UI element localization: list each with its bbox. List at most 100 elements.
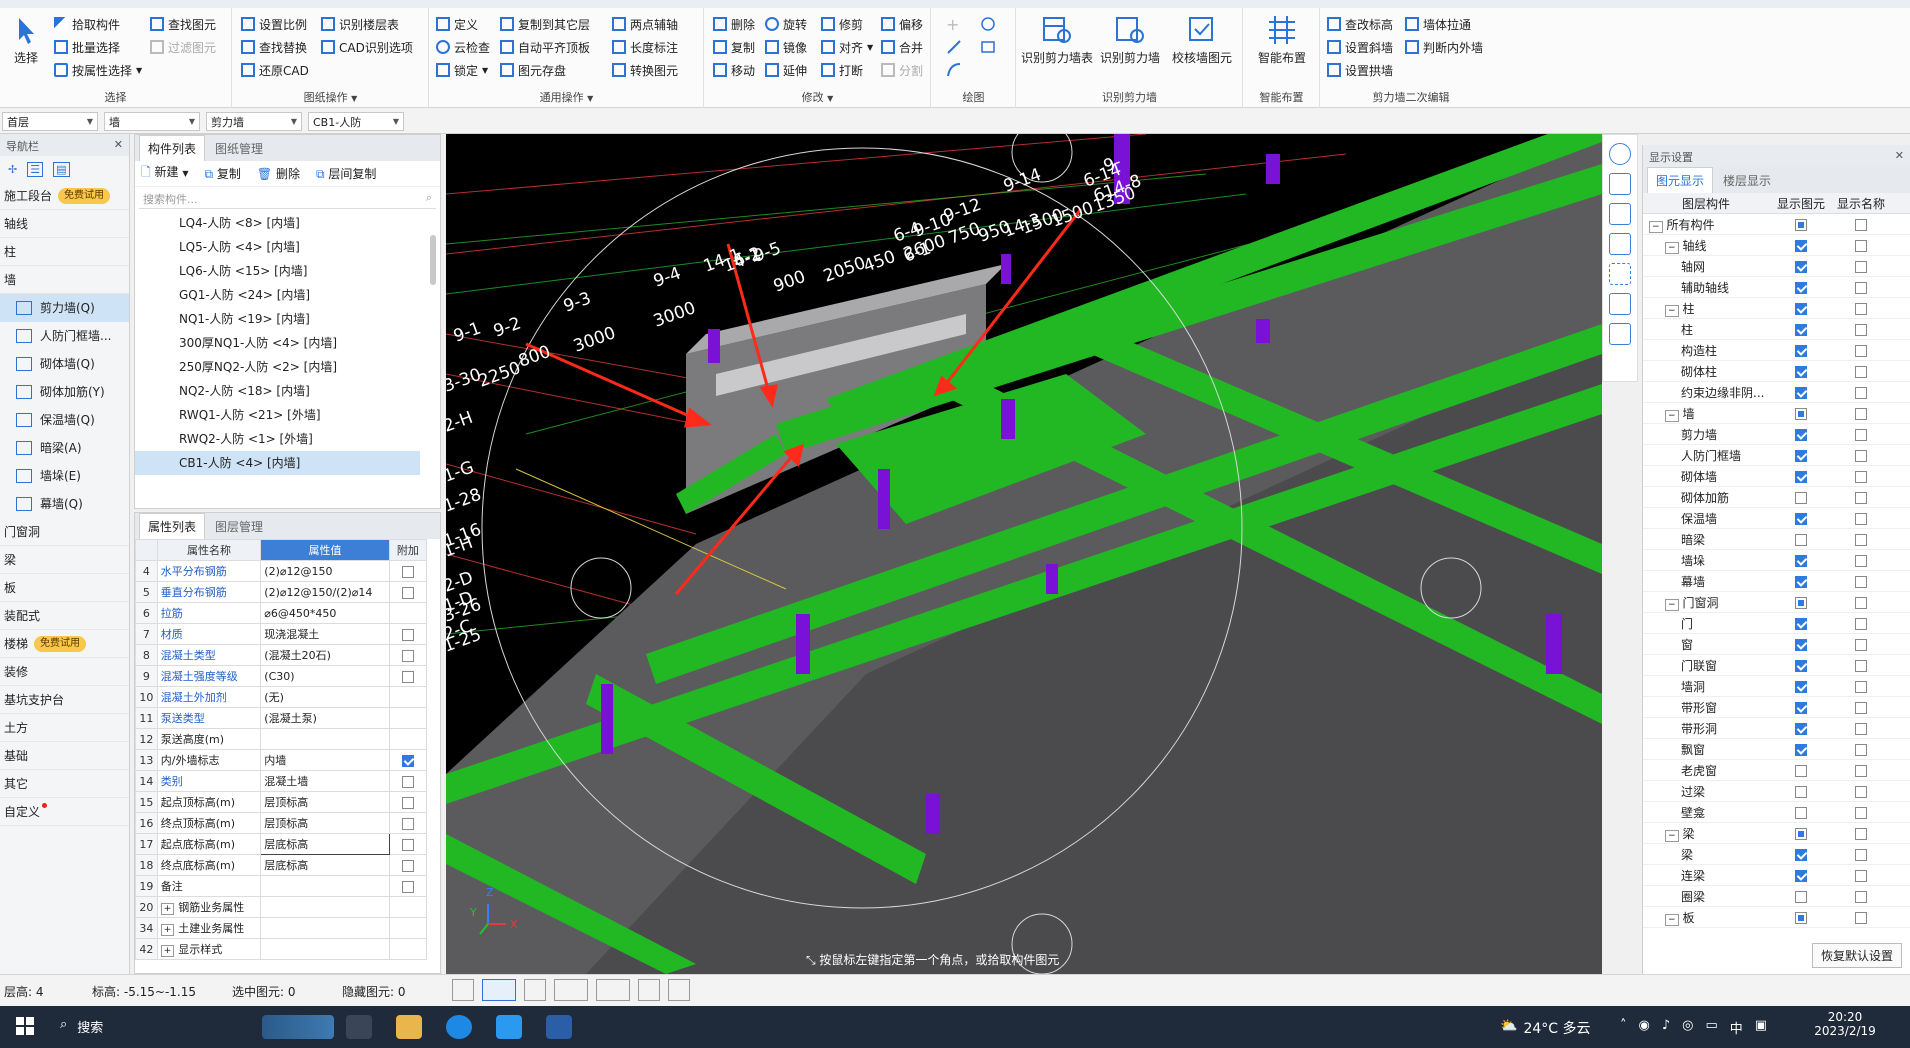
component-search-input[interactable]: 搜索构件... ⌕ [139,189,436,209]
tab-property-list[interactable]: 属性列表 [139,513,206,539]
nav-category-column[interactable]: 柱 [0,238,129,266]
delete-button[interactable]: 删除 [713,14,755,34]
free-trial-badge[interactable]: 免费试用 [58,187,111,204]
nav-item-wall-0[interactable]: 剪力墙(Q) [0,294,129,322]
select-by-property-button[interactable]: 按属性选择 ▼ [54,60,142,80]
floor-copy-button[interactable]: ⧉ 层间复制 [316,165,376,182]
property-value-field[interactable]: (C30) [260,665,390,687]
property-row[interactable]: 6 拉筋 ⌀6@450*450 [135,602,428,624]
restore-defaults-button[interactable]: 恢复默认设置 [1811,943,1902,968]
show-element-checkbox[interactable] [1795,554,1807,567]
property-row[interactable]: 11 泵送类型 (混凝土泵) [135,707,428,729]
align-button[interactable]: 对齐 ▼ [821,37,873,57]
extra-checkbox[interactable] [401,565,414,578]
property-row[interactable]: 15 起点顶标高(m) 层顶标高 [135,791,428,813]
property-value-field[interactable]: 层底标高 [260,854,390,876]
property-value-field[interactable]: (混凝土20石) [260,644,390,666]
free-trial-badge[interactable]: 免费试用 [34,635,87,652]
property-row[interactable]: 18 终点底标高(m) 层底标高 [135,854,428,876]
show-name-checkbox[interactable] [1855,533,1867,546]
nav-category-10[interactable]: 自定义 [0,798,129,826]
property-row[interactable]: 34 + 土建业务属性 [135,917,428,939]
convert-element-button[interactable]: 转换图元 [612,60,678,80]
property-row[interactable]: 14 类别 混凝土墙 [135,770,428,792]
show-element-checkbox[interactable] [1795,722,1807,735]
component-list-scrollbar[interactable] [430,235,436,285]
show-name-checkbox[interactable] [1855,785,1867,798]
weather-widget[interactable]: ⛅ 24°C 多云 [1500,1018,1590,1038]
property-value-field[interactable]: 层顶标高 [260,812,390,834]
floor-select[interactable]: 首层 ▼ [2,112,98,131]
arc-snap-icon[interactable] [668,979,690,1001]
auto-align-slab-button[interactable]: 自动平齐顶板 [500,37,590,57]
select-button[interactable]: 选择 [0,14,52,66]
show-name-checkbox[interactable] [1855,428,1867,441]
taskbar-search[interactable]: ⌕ 搜索 [60,1017,103,1036]
edge-browser-icon[interactable] [446,1015,472,1039]
show-element-checkbox[interactable] [1795,848,1807,861]
snap-box-icon[interactable] [482,979,516,1001]
show-element-checkbox[interactable] [1795,701,1807,714]
tab-element-display[interactable]: 图元显示 [1647,167,1714,193]
close-icon[interactable]: ✕ [1895,149,1904,163]
property-value-field[interactable]: (2)⌀12@150/(2)⌀14 [260,581,390,603]
tab-component-list[interactable]: 构件列表 [139,135,206,161]
component-list-item[interactable]: RWQ1-人防 <21> [外墙] [135,403,440,427]
show-name-checkbox[interactable] [1855,344,1867,357]
show-element-checkbox[interactable] [1795,260,1807,273]
extra-checkbox[interactable] [401,628,414,641]
show-name-checkbox[interactable] [1855,449,1867,462]
show-name-checkbox[interactable] [1855,722,1867,735]
property-value-field[interactable]: 层顶标高 [260,791,390,813]
zoom-extent-icon[interactable] [1609,263,1631,285]
pin-icon[interactable]: ✢ [8,163,17,176]
show-element-checkbox[interactable] [1795,407,1807,420]
ortho-icon[interactable] [452,979,474,1001]
two-point-axis-button[interactable]: 两点辅轴 [612,14,678,34]
tab-floor-display[interactable]: 楼层显示 [1715,168,1779,193]
nav-category-6[interactable]: 基坑支护台 [0,686,129,714]
3d-viewport[interactable]: Y X Z 9-14 6-14 6-1 9-10 9-12 6-4 614-8 9- 14-3 1… [446,134,1602,974]
nav-category-5[interactable]: 装修 [0,658,129,686]
chevron-up-icon[interactable]: ˄ [1620,1018,1627,1037]
network-icon[interactable]: ◎ [1682,1018,1693,1037]
property-value-field[interactable]: (无) [260,686,390,708]
offset-snap-icon[interactable] [596,979,630,1001]
show-element-checkbox[interactable] [1795,638,1807,651]
judge-inner-outer-button[interactable]: 判断内外墙 [1405,37,1483,57]
battery-icon[interactable]: ▭ [1705,1018,1717,1037]
show-name-checkbox[interactable] [1855,869,1867,882]
rotate-view-icon[interactable] [1609,143,1631,165]
show-name-checkbox[interactable] [1855,470,1867,483]
show-name-checkbox[interactable] [1855,386,1867,399]
identify-shear-wall-button[interactable]: 识别剪力墙 [1097,14,1163,66]
component-list-item[interactable]: NQ1-人防 <19> [内墙] [135,307,440,331]
property-value-field[interactable]: 层底标高 [260,833,390,855]
show-name-checkbox[interactable] [1855,617,1867,630]
property-value-field[interactable]: (混凝土泵) [260,707,390,729]
show-name-checkbox[interactable] [1855,680,1867,693]
show-element-checkbox[interactable] [1795,827,1807,840]
show-element-checkbox[interactable] [1795,239,1807,252]
property-row[interactable]: 42 + 显示样式 [135,938,428,960]
ime-indicator[interactable]: 中 [1730,1018,1743,1037]
model-canvas[interactable]: Y X Z 9-14 6-146-19-109-126-4614-89-14-31… [446,134,1602,974]
nav-category-2[interactable]: 板 [0,574,129,602]
property-value-field[interactable]: 混凝土墙 [260,770,390,792]
property-value-field[interactable] [260,917,390,939]
show-element-checkbox[interactable] [1795,218,1807,231]
extra-checkbox[interactable] [401,880,414,893]
cad-options-button[interactable]: CAD识别选项 [321,37,413,57]
windows-start-icon[interactable] [14,1015,40,1039]
new-component-button[interactable]: 🗋 新建 ▼ [141,163,188,184]
nav-category-0[interactable]: 门窗洞 [0,518,129,546]
merge-button[interactable]: 合并 [881,37,923,57]
pick-component-button[interactable]: 拾取构件 [54,14,120,34]
lock-button[interactable]: 锁定 ▼ [436,60,488,80]
cad-app-icon[interactable] [546,1015,572,1039]
copy-to-other-floor-button[interactable]: 复制到其它层 [500,14,590,34]
show-name-checkbox[interactable] [1855,365,1867,378]
file-explorer-icon[interactable] [396,1015,422,1039]
dynamic-input-icon[interactable] [638,979,660,1001]
expand-icon[interactable]: + [160,945,175,957]
